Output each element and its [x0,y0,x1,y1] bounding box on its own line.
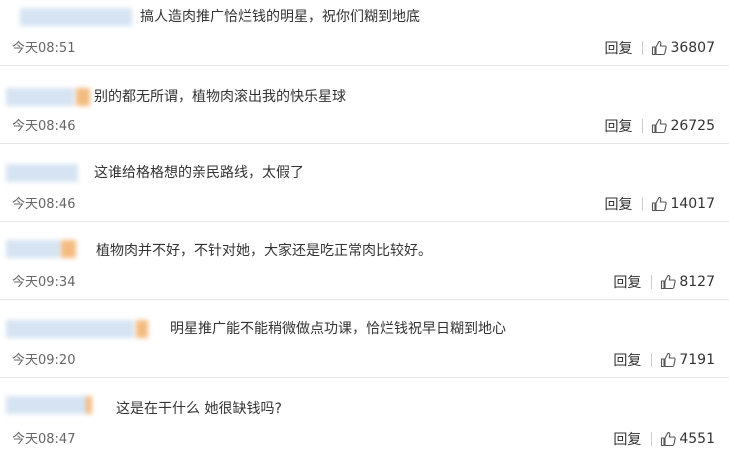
thumbs-up-icon [652,40,668,56]
comment-actions: 回复 14017 [604,195,715,213]
comment-time: 今天08:51 [12,41,76,56]
action-divider [642,41,644,55]
username-blurred[interactable] [6,164,78,182]
comment-time: 今天09:34 [12,275,76,290]
action-divider [642,119,644,133]
thumbs-up-icon [661,274,677,290]
comment-text: 植物肉并不好，不针对她，大家还是吃正常肉比较好。 [96,243,432,259]
comment-time: 今天08:47 [12,432,76,447]
comment-actions: 回复 8127 [613,273,715,291]
like-button[interactable]: 14017 [651,196,715,212]
comment-text: 明星推广能不能稍微做点功课，恰烂钱祝早日糊到地心 [170,321,506,337]
reply-button[interactable]: 回复 [604,38,632,58]
like-count: 4551 [679,431,715,447]
comment-actions: 回复 36807 [604,39,715,57]
comment-time: 今天09:20 [12,353,76,368]
comment-item: 别的都无所谓，植物肉滚出我的快乐星球 今天08:46 回复 26725 [0,66,729,144]
username-blurred[interactable] [6,320,148,338]
thumbs-up-icon [652,118,668,134]
reply-button[interactable]: 回复 [613,429,641,449]
comment-item: 这是在干什么 她很缺钱吗? 今天08:47 回复 4551 [0,378,729,456]
like-button[interactable]: 8127 [660,274,715,290]
username-blurred[interactable] [6,88,90,106]
like-button[interactable]: 4551 [660,431,715,447]
thumbs-up-icon [661,431,677,447]
reply-button[interactable]: 回复 [604,194,632,214]
comment-item: 搞人造肉推广恰烂钱的明星，祝你们糊到地底 今天08:51 回复 36807 [0,0,729,66]
like-count: 36807 [670,40,715,56]
action-divider [642,197,644,211]
comment-text: 搞人造肉推广恰烂钱的明星，祝你们糊到地底 [140,9,420,25]
comment-actions: 回复 4551 [613,430,715,448]
reply-button[interactable]: 回复 [604,116,632,136]
like-count: 8127 [679,274,715,290]
comment-item: 明星推广能不能稍微做点功课，恰烂钱祝早日糊到地心 今天09:20 回复 7191 [0,300,729,378]
thumbs-up-icon [661,352,677,368]
like-button[interactable]: 7191 [660,352,715,368]
comment-text: 这是在干什么 她很缺钱吗? [116,401,282,417]
thumbs-up-icon [652,196,668,212]
comment-actions: 回复 26725 [604,117,715,135]
comment-text: 别的都无所谓，植物肉滚出我的快乐星球 [94,89,346,105]
reply-button[interactable]: 回复 [613,272,641,292]
like-count: 7191 [679,352,715,368]
username-blurred[interactable] [6,396,92,414]
like-count: 26725 [670,118,715,134]
like-button[interactable]: 26725 [651,118,715,134]
like-button[interactable]: 36807 [651,40,715,56]
username-blurred[interactable] [6,240,76,258]
comment-item: 植物肉并不好，不针对她，大家还是吃正常肉比较好。 今天09:34 回复 8127 [0,222,729,300]
comment-actions: 回复 7191 [613,351,715,369]
like-count: 14017 [670,196,715,212]
username-blurred[interactable] [20,8,132,26]
action-divider [651,432,653,446]
action-divider [651,353,653,367]
reply-button[interactable]: 回复 [613,350,641,370]
comment-text: 这谁给格格想的亲民路线，太假了 [94,165,304,181]
action-divider [651,275,653,289]
comment-time: 今天08:46 [12,119,76,134]
comment-item: 这谁给格格想的亲民路线，太假了 今天08:46 回复 14017 [0,144,729,222]
comment-time: 今天08:46 [12,197,76,212]
